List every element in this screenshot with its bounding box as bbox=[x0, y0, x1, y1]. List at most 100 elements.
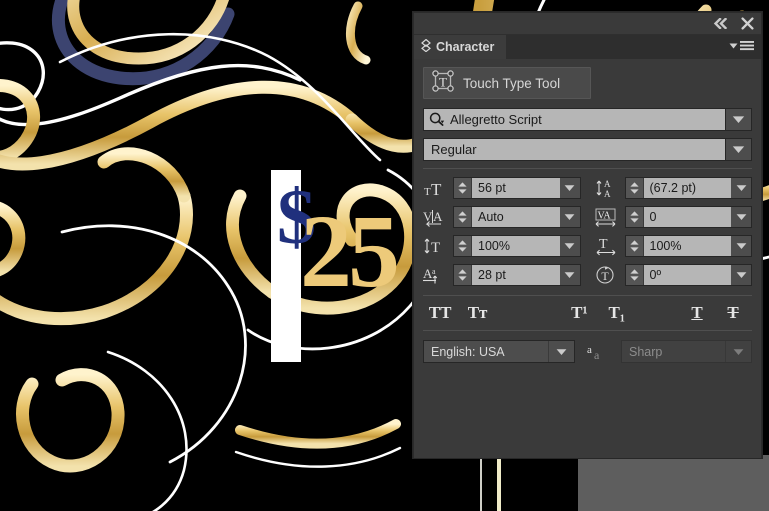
svg-text:V: V bbox=[423, 209, 433, 224]
panel-title-bar[interactable] bbox=[414, 13, 761, 35]
strikethrough-glyph: T bbox=[727, 303, 739, 322]
small-caps-button[interactable]: Tᴛ bbox=[457, 303, 497, 323]
panel-divider-3 bbox=[423, 330, 752, 331]
price-text-object[interactable]: $ 25 bbox=[271, 170, 400, 365]
character-panel[interactable]: Character T Touch Type Tool Allegretto S… bbox=[413, 12, 762, 458]
font-search-icon bbox=[429, 112, 446, 127]
tracking-spinner[interactable] bbox=[625, 207, 644, 227]
vertical-scale-spinner[interactable] bbox=[454, 236, 472, 256]
subscript-glyph: T₁ bbox=[608, 303, 625, 322]
leading-field: A A (67.2 pt) bbox=[595, 177, 752, 199]
horizontal-scale-dropdown[interactable] bbox=[731, 236, 751, 256]
font-size-value[interactable]: 56 pt bbox=[472, 178, 560, 198]
font-size-spinner[interactable] bbox=[454, 178, 472, 198]
subscript-button[interactable]: T₁ bbox=[597, 303, 637, 323]
artboard-gray-plate bbox=[578, 455, 769, 511]
character-rotation-dropdown[interactable] bbox=[731, 265, 751, 285]
anti-aliasing-select[interactable]: Sharp bbox=[621, 340, 752, 363]
touch-type-tool-icon: T bbox=[432, 69, 454, 97]
tracking-icon: VA bbox=[595, 206, 619, 228]
horizontal-scale-field: T 100% bbox=[595, 235, 752, 257]
leading-stepper[interactable]: (67.2 pt) bbox=[624, 177, 752, 199]
anti-aliasing-value: Sharp bbox=[629, 344, 663, 359]
horizontal-scale-spinner[interactable] bbox=[625, 236, 644, 256]
tracking-value[interactable]: 0 bbox=[643, 207, 731, 227]
language-value[interactable]: English: USA bbox=[424, 341, 548, 362]
artwork-guide-line-white bbox=[480, 455, 482, 511]
kerning-spinner[interactable] bbox=[454, 207, 472, 227]
strikethrough-button[interactable]: T bbox=[714, 303, 752, 323]
leading-dropdown[interactable] bbox=[731, 178, 751, 198]
leading-value[interactable]: (67.2 pt) bbox=[643, 178, 731, 198]
tracking-dropdown[interactable] bbox=[731, 207, 751, 227]
language-dropdown[interactable] bbox=[548, 341, 574, 362]
horizontal-scale-stepper[interactable]: 100% bbox=[624, 235, 752, 257]
small-caps-glyph: Tᴛ bbox=[467, 303, 488, 322]
panel-tab-strip[interactable]: Character bbox=[414, 35, 761, 59]
baseline-shift-stepper[interactable]: 28 pt bbox=[453, 264, 581, 286]
svg-text:T: T bbox=[599, 237, 608, 252]
language-and-antialias-row: English: USA a a Sharp bbox=[423, 340, 752, 363]
character-rotation-value[interactable]: 0º bbox=[643, 265, 731, 285]
font-size-dropdown[interactable] bbox=[559, 178, 580, 198]
tab-character-label: Character bbox=[436, 40, 495, 54]
superscript-button[interactable]: T¹ bbox=[562, 303, 596, 323]
leading-icon: A A bbox=[595, 177, 619, 199]
anti-aliasing-dropdown bbox=[725, 341, 751, 362]
character-rotation-spinner[interactable] bbox=[625, 265, 644, 285]
horizontal-scale-value[interactable]: 100% bbox=[643, 236, 731, 256]
tracking-field: VA 0 bbox=[595, 206, 752, 228]
vertical-scale-stepper[interactable]: 100% bbox=[453, 235, 581, 257]
font-size-field: T T 56 pt bbox=[423, 177, 581, 199]
svg-text:T: T bbox=[601, 269, 609, 283]
font-size-stepper[interactable]: 56 pt bbox=[453, 177, 581, 199]
font-family-input[interactable]: Allegretto Script bbox=[423, 108, 726, 131]
character-rotation-stepper[interactable]: 0º bbox=[624, 264, 752, 286]
leading-spinner[interactable] bbox=[625, 178, 644, 198]
font-family-dropdown[interactable] bbox=[726, 108, 752, 131]
svg-text:A: A bbox=[604, 189, 611, 198]
vertical-scale-dropdown[interactable] bbox=[559, 236, 580, 256]
svg-text:T: T bbox=[431, 240, 440, 256]
baseline-shift-spinner[interactable] bbox=[454, 265, 472, 285]
character-panel-body: T Touch Type Tool Allegretto Script Regu… bbox=[414, 59, 761, 458]
font-size-icon: T T bbox=[423, 177, 447, 199]
all-caps-glyph: TT bbox=[428, 303, 452, 322]
svg-text:T: T bbox=[424, 186, 431, 198]
touch-type-tool-label: Touch Type Tool bbox=[463, 75, 561, 91]
character-rotation-icon: T bbox=[595, 264, 619, 286]
underline-button[interactable]: T bbox=[680, 303, 714, 323]
font-style-dropdown[interactable] bbox=[726, 138, 752, 161]
baseline-shift-field: A a 28 pt bbox=[423, 264, 581, 286]
svg-text:VA: VA bbox=[597, 211, 611, 222]
baseline-shift-value[interactable]: 28 pt bbox=[472, 265, 560, 285]
language-select[interactable]: English: USA bbox=[423, 340, 575, 363]
character-rotation-field: T 0º bbox=[595, 264, 752, 286]
kerning-field: V A Auto bbox=[423, 206, 581, 228]
baseline-shift-dropdown[interactable] bbox=[559, 265, 580, 285]
svg-text:a: a bbox=[594, 348, 600, 362]
svg-text:T: T bbox=[431, 180, 442, 198]
price-amount: 25 bbox=[300, 194, 400, 309]
close-icon[interactable] bbox=[739, 16, 755, 31]
application-window: $ 25 Character T Touch Type Tool Allegre… bbox=[0, 0, 769, 511]
type-style-buttons: TT Tᴛ T¹ T₁ T T bbox=[423, 296, 752, 330]
vertical-scale-value[interactable]: 100% bbox=[472, 236, 560, 256]
horizontal-scale-icon: T bbox=[595, 235, 619, 257]
kerning-dropdown[interactable] bbox=[559, 207, 580, 227]
all-caps-button[interactable]: TT bbox=[423, 303, 457, 323]
font-style-value: Regular bbox=[431, 142, 477, 157]
font-style-input[interactable]: Regular bbox=[423, 138, 726, 161]
touch-type-tool-button[interactable]: T Touch Type Tool bbox=[423, 67, 591, 99]
character-attributes-grid: T T 56 pt A A (67.2 pt) V A Auto VA 0 T … bbox=[423, 177, 752, 286]
underline-glyph: T bbox=[691, 303, 703, 322]
font-style-row: Regular bbox=[423, 138, 752, 161]
kerning-stepper[interactable]: Auto bbox=[453, 206, 581, 228]
tab-character[interactable]: Character bbox=[414, 35, 507, 59]
vertical-scale-field: T 100% bbox=[423, 235, 581, 257]
tracking-stepper[interactable]: 0 bbox=[624, 206, 752, 228]
svg-text:a: a bbox=[587, 344, 592, 356]
collapse-to-icons-icon[interactable] bbox=[712, 16, 728, 31]
panel-menu-icon[interactable] bbox=[729, 40, 754, 52]
kerning-value[interactable]: Auto bbox=[472, 207, 560, 227]
